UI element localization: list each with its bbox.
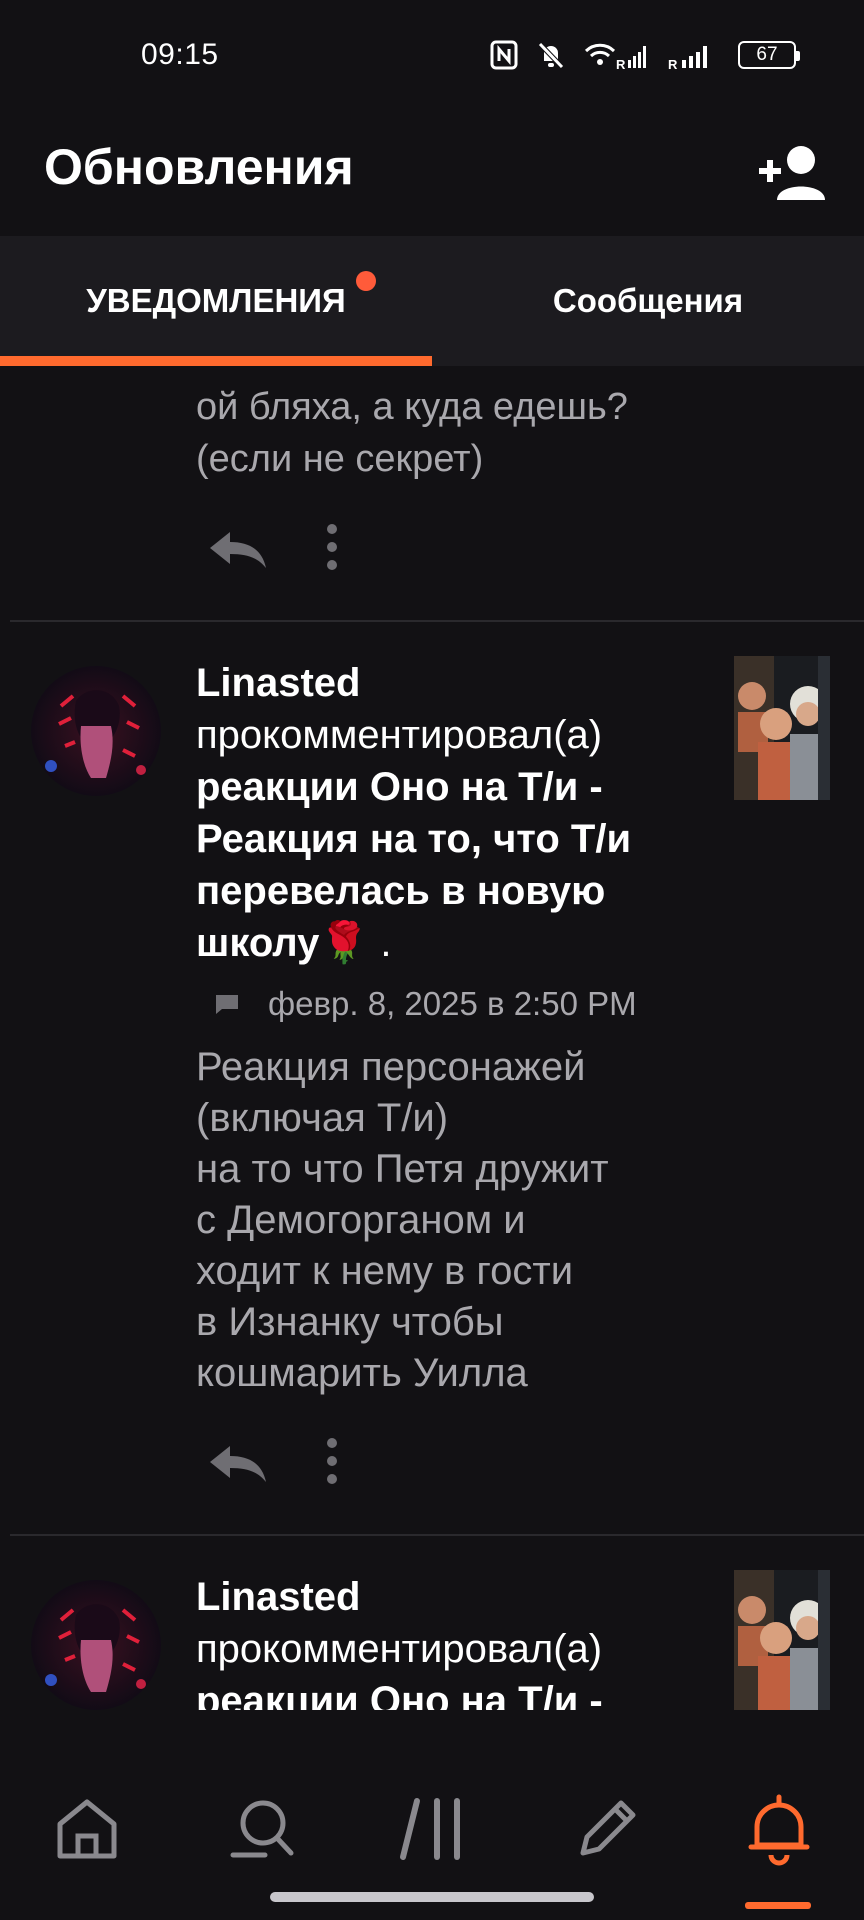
bell-muted-icon bbox=[538, 42, 564, 69]
more-vertical-icon bbox=[327, 524, 337, 570]
battery-indicator: 67 bbox=[738, 41, 800, 69]
notification-feed[interactable]: ой бляха, а куда едешь? (если не секрет) bbox=[0, 366, 864, 1710]
divider bbox=[10, 1534, 864, 1536]
write-icon bbox=[580, 1800, 636, 1856]
home-icon bbox=[57, 1799, 117, 1859]
active-tab-indicator bbox=[0, 356, 432, 366]
author-name[interactable]: Linasted bbox=[196, 1575, 360, 1619]
nav-write[interactable] bbox=[562, 1784, 652, 1874]
svg-text:R: R bbox=[616, 57, 626, 70]
notification-badge bbox=[356, 271, 376, 291]
timestamp-row: февр. 8, 2025 в 2:50 PM bbox=[196, 979, 637, 1029]
comment-icon bbox=[216, 995, 238, 1014]
more-vertical-icon bbox=[327, 1438, 337, 1484]
story-cover-image bbox=[734, 1570, 830, 1710]
nav-home[interactable] bbox=[42, 1784, 132, 1874]
signal-icon: R bbox=[668, 46, 707, 70]
avatar[interactable] bbox=[31, 666, 161, 796]
add-friend-button[interactable] bbox=[755, 132, 835, 212]
wifi-icon: R bbox=[584, 43, 646, 70]
reply-button[interactable] bbox=[206, 528, 270, 572]
nfc-icon bbox=[490, 40, 518, 70]
reply-button[interactable] bbox=[206, 1442, 270, 1486]
more-options-button[interactable] bbox=[324, 1436, 340, 1486]
reply-icon bbox=[210, 532, 266, 568]
previous-comment-text: ой бляха, а куда едешь? (если не секрет) bbox=[196, 386, 628, 480]
story-title[interactable]: реакции Оно на Т/и - bbox=[196, 1679, 603, 1710]
bottom-navigation bbox=[0, 1710, 864, 1920]
status-bar: 09:15 R R 67 bbox=[0, 0, 864, 110]
page-title: Обновления bbox=[44, 139, 354, 195]
status-icons: R R 67 bbox=[490, 38, 800, 72]
timestamp: февр. 8, 2025 в 2:50 PM bbox=[268, 985, 637, 1022]
tab-bar: УВЕДОМЛЕНИЯ Сообщения bbox=[0, 236, 864, 366]
author-name[interactable]: Linasted bbox=[196, 661, 360, 705]
action-verb: прокомментировал(а) bbox=[196, 713, 603, 757]
notification-text: Linasted прокомментировал(а) реакции Оно… bbox=[196, 657, 676, 969]
app-bar: Обновления bbox=[0, 110, 864, 236]
reply-icon bbox=[210, 1446, 266, 1482]
nav-notifications[interactable] bbox=[734, 1784, 824, 1874]
action-verb: прокомментировал(а) bbox=[196, 1627, 603, 1671]
notification-text: Linasted прокомментировал(а) реакции Оно… bbox=[196, 1571, 676, 1710]
title-suffix: . bbox=[369, 921, 392, 965]
system-home-indicator[interactable] bbox=[270, 1892, 594, 1902]
story-title[interactable]: реакции Оно на Т/и - Реакция на то, что … bbox=[196, 765, 631, 965]
search-icon bbox=[230, 1800, 294, 1858]
battery-level: 67 bbox=[756, 44, 778, 65]
nav-library[interactable] bbox=[388, 1784, 478, 1874]
tab-messages[interactable]: Сообщения bbox=[432, 236, 864, 366]
user-avatar-image bbox=[31, 1580, 161, 1710]
tab-messages-label: Сообщения bbox=[552, 282, 744, 319]
status-time: 09:15 bbox=[141, 38, 219, 71]
bell-icon bbox=[748, 1794, 810, 1866]
tab-notifications[interactable]: УВЕДОМЛЕНИЯ bbox=[0, 236, 432, 366]
story-cover[interactable] bbox=[734, 1570, 830, 1710]
divider bbox=[10, 620, 864, 622]
more-options-button[interactable] bbox=[324, 522, 340, 572]
tab-notifications-label: УВЕДОМЛЕНИЯ bbox=[86, 282, 346, 319]
svg-text:R: R bbox=[668, 57, 678, 70]
user-avatar-image bbox=[31, 666, 161, 796]
add-friend-icon bbox=[759, 146, 825, 200]
story-cover-image bbox=[734, 656, 830, 800]
comment-actions bbox=[196, 1432, 396, 1492]
screen: 09:15 R R 67 Обновления УВЕДОМЛЕНИЯ Сооб… bbox=[0, 0, 864, 1920]
avatar[interactable] bbox=[31, 1580, 161, 1710]
nav-search[interactable] bbox=[216, 1784, 306, 1874]
story-cover[interactable] bbox=[734, 656, 830, 800]
active-nav-indicator bbox=[745, 1902, 811, 1909]
previous-comment-actions bbox=[196, 518, 396, 578]
library-icon bbox=[400, 1798, 460, 1860]
comment-text: Реакция персонажей (включая Т/и) на то ч… bbox=[196, 1045, 609, 1395]
